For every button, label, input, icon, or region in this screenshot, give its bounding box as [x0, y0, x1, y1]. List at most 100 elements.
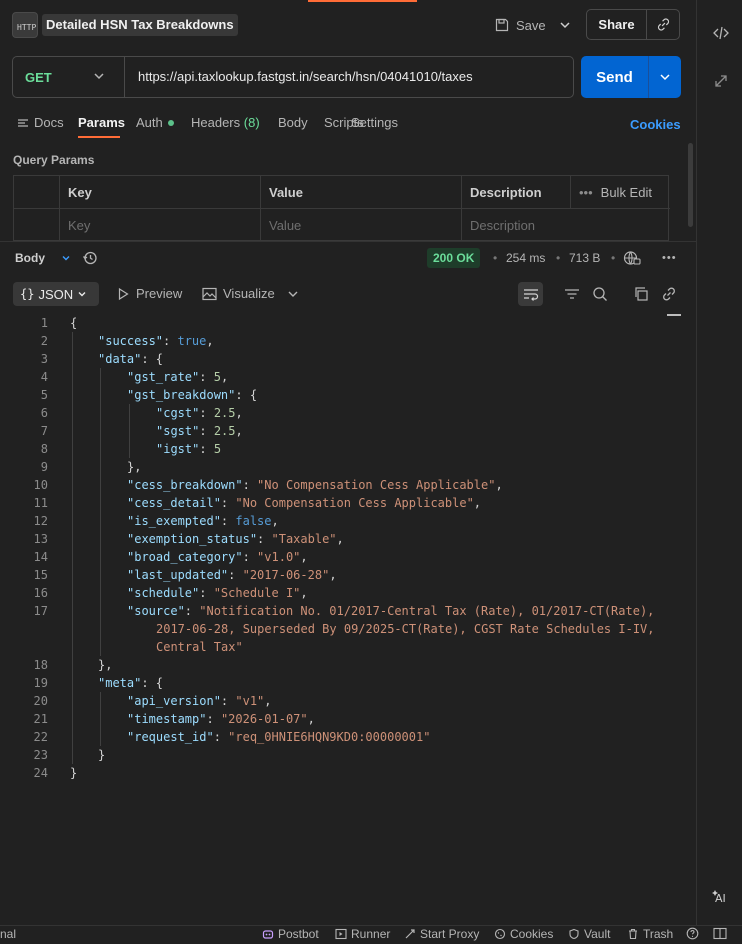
response-body-select[interactable]: Body — [15, 251, 71, 265]
separator-dot: • — [556, 251, 561, 265]
column-description-label: Description — [470, 185, 542, 200]
tab-headers-count: (8) — [243, 115, 260, 130]
active-tab-indicator — [308, 0, 417, 2]
line-number: 2 — [40, 334, 48, 348]
chevron-down-icon — [78, 292, 86, 297]
code-line-wrap: 2017-06-28, Superseded By 09/2025-CT(Rat… — [156, 622, 655, 636]
postbot-button[interactable]: Postbot — [262, 927, 319, 941]
network-icon[interactable] — [623, 250, 641, 266]
link-icon[interactable] — [661, 286, 677, 302]
vault-button[interactable]: Vault — [568, 927, 610, 941]
response-time[interactable]: 254 ms — [506, 251, 545, 265]
tab-params[interactable]: Params — [78, 115, 125, 130]
chevron-down-icon — [660, 74, 670, 81]
layout-toggle-icon[interactable] — [713, 927, 727, 940]
param-description-input[interactable]: Description — [461, 209, 670, 242]
pane-divider[interactable] — [0, 241, 696, 242]
table-row: Key Value Description — [14, 209, 670, 242]
response-size[interactable]: 713 B — [569, 251, 600, 265]
vault-icon — [569, 928, 579, 940]
query-params-table: Key Value Description ••• Bulk Edit Key … — [13, 175, 670, 242]
chevron-down-icon[interactable] — [287, 288, 299, 300]
tab-params-underline — [78, 136, 120, 138]
response-code-editor[interactable]: 1 { 2 "success": true, 3 "data": { 4 "gst_ra… — [0, 314, 696, 794]
chevron-down-icon — [560, 22, 570, 29]
send-group: Send — [581, 56, 681, 98]
code-line: } — [70, 766, 78, 780]
search-icon[interactable] — [592, 286, 608, 302]
preview-button[interactable]: Preview — [116, 286, 182, 301]
code-line: "api_version": "v1", — [127, 694, 272, 708]
trash-button[interactable]: Trash — [627, 927, 673, 941]
tab-settings[interactable]: Settings — [351, 115, 398, 130]
save-button[interactable]: Save — [494, 11, 546, 39]
save-options-button[interactable] — [553, 11, 577, 39]
runner-button[interactable]: Runner — [335, 927, 390, 941]
tab-headers[interactable]: Headers (8) — [191, 115, 260, 130]
line-number: 22 — [33, 730, 48, 744]
params-scrollbar[interactable] — [688, 143, 693, 227]
send-button[interactable]: Send — [581, 56, 649, 98]
image-icon — [202, 287, 217, 300]
trash-icon — [629, 928, 637, 940]
line-number: 9 — [40, 460, 48, 474]
bulk-edit-button[interactable]: ••• Bulk Edit — [570, 176, 670, 209]
more-icon: ••• — [579, 185, 593, 200]
visualize-label: Visualize — [223, 286, 275, 301]
http-request-icon: HTTP — [12, 12, 38, 38]
line-number: 1 — [40, 316, 48, 330]
chevron-down-icon — [92, 68, 106, 84]
request-title[interactable]: Detailed HSN Tax Breakdowns — [42, 14, 238, 36]
filter-icon[interactable] — [564, 286, 580, 302]
line-number: 5 — [40, 388, 48, 402]
format-select[interactable]: {} JSON — [13, 282, 99, 306]
auth-status-dot — [168, 120, 174, 126]
format-label: JSON — [38, 286, 74, 302]
code-line: "cess_breakdown": "No Compensation Cess … — [127, 478, 503, 492]
line-number: 10 — [33, 478, 48, 492]
proxy-icon — [405, 929, 415, 939]
visualize-button[interactable]: Visualize — [202, 286, 299, 301]
cookies-button[interactable]: Cookies — [494, 927, 553, 941]
send-options-button[interactable] — [649, 56, 681, 98]
copy-link-button[interactable] — [647, 10, 679, 39]
line-number: 14 — [33, 550, 48, 564]
column-key: Key — [59, 176, 260, 209]
related-collections-icon[interactable] — [712, 72, 730, 90]
method-select[interactable]: GET — [12, 56, 124, 98]
share-button[interactable]: Share — [587, 10, 647, 39]
code-line: "gst_rate": 5, — [127, 370, 229, 384]
wrap-lines-button[interactable] — [518, 282, 543, 306]
tab-docs-label: Docs — [34, 115, 64, 130]
param-value-input[interactable]: Value — [260, 209, 461, 242]
param-description-placeholder: Description — [470, 218, 536, 233]
status-badge[interactable]: 200 OK — [427, 248, 481, 268]
code-line: "request_id": "req_0HNIE6HQN9KD0:0000000… — [127, 730, 431, 744]
query-params-label: Query Params — [13, 153, 95, 167]
history-icon[interactable] — [82, 250, 98, 266]
code-icon[interactable] — [712, 24, 730, 42]
column-value-label: Value — [269, 185, 303, 200]
line-number: 12 — [33, 514, 48, 528]
line-number: 13 — [33, 532, 48, 546]
cookies-link[interactable]: Cookies — [630, 117, 681, 132]
param-key-input[interactable]: Key — [59, 209, 260, 242]
start-proxy-button[interactable]: Start Proxy — [404, 927, 479, 941]
tab-body[interactable]: Body — [278, 115, 308, 130]
tab-auth[interactable]: Auth — [136, 115, 163, 130]
url-input[interactable]: https://api.taxlookup.fastgst.in/search/… — [124, 56, 574, 98]
right-sidebar — [696, 0, 742, 925]
more-options-icon[interactable]: ••• — [662, 252, 677, 264]
line-number: 7 — [40, 424, 48, 438]
share-group: Share — [586, 9, 680, 40]
preview-label: Preview — [136, 286, 183, 301]
line-number: 6 — [40, 406, 48, 420]
copy-icon[interactable] — [633, 286, 649, 302]
runner-icon — [335, 928, 347, 940]
ai-assistant-icon[interactable]: AI — [712, 888, 730, 906]
help-icon[interactable] — [686, 927, 699, 940]
tab-docs[interactable]: Docs — [17, 115, 64, 130]
code-line: "gst_breakdown": { — [127, 388, 258, 402]
terminal-label[interactable]: nal — [0, 927, 16, 941]
code-line: "exemption_status": "Taxable", — [127, 532, 344, 546]
